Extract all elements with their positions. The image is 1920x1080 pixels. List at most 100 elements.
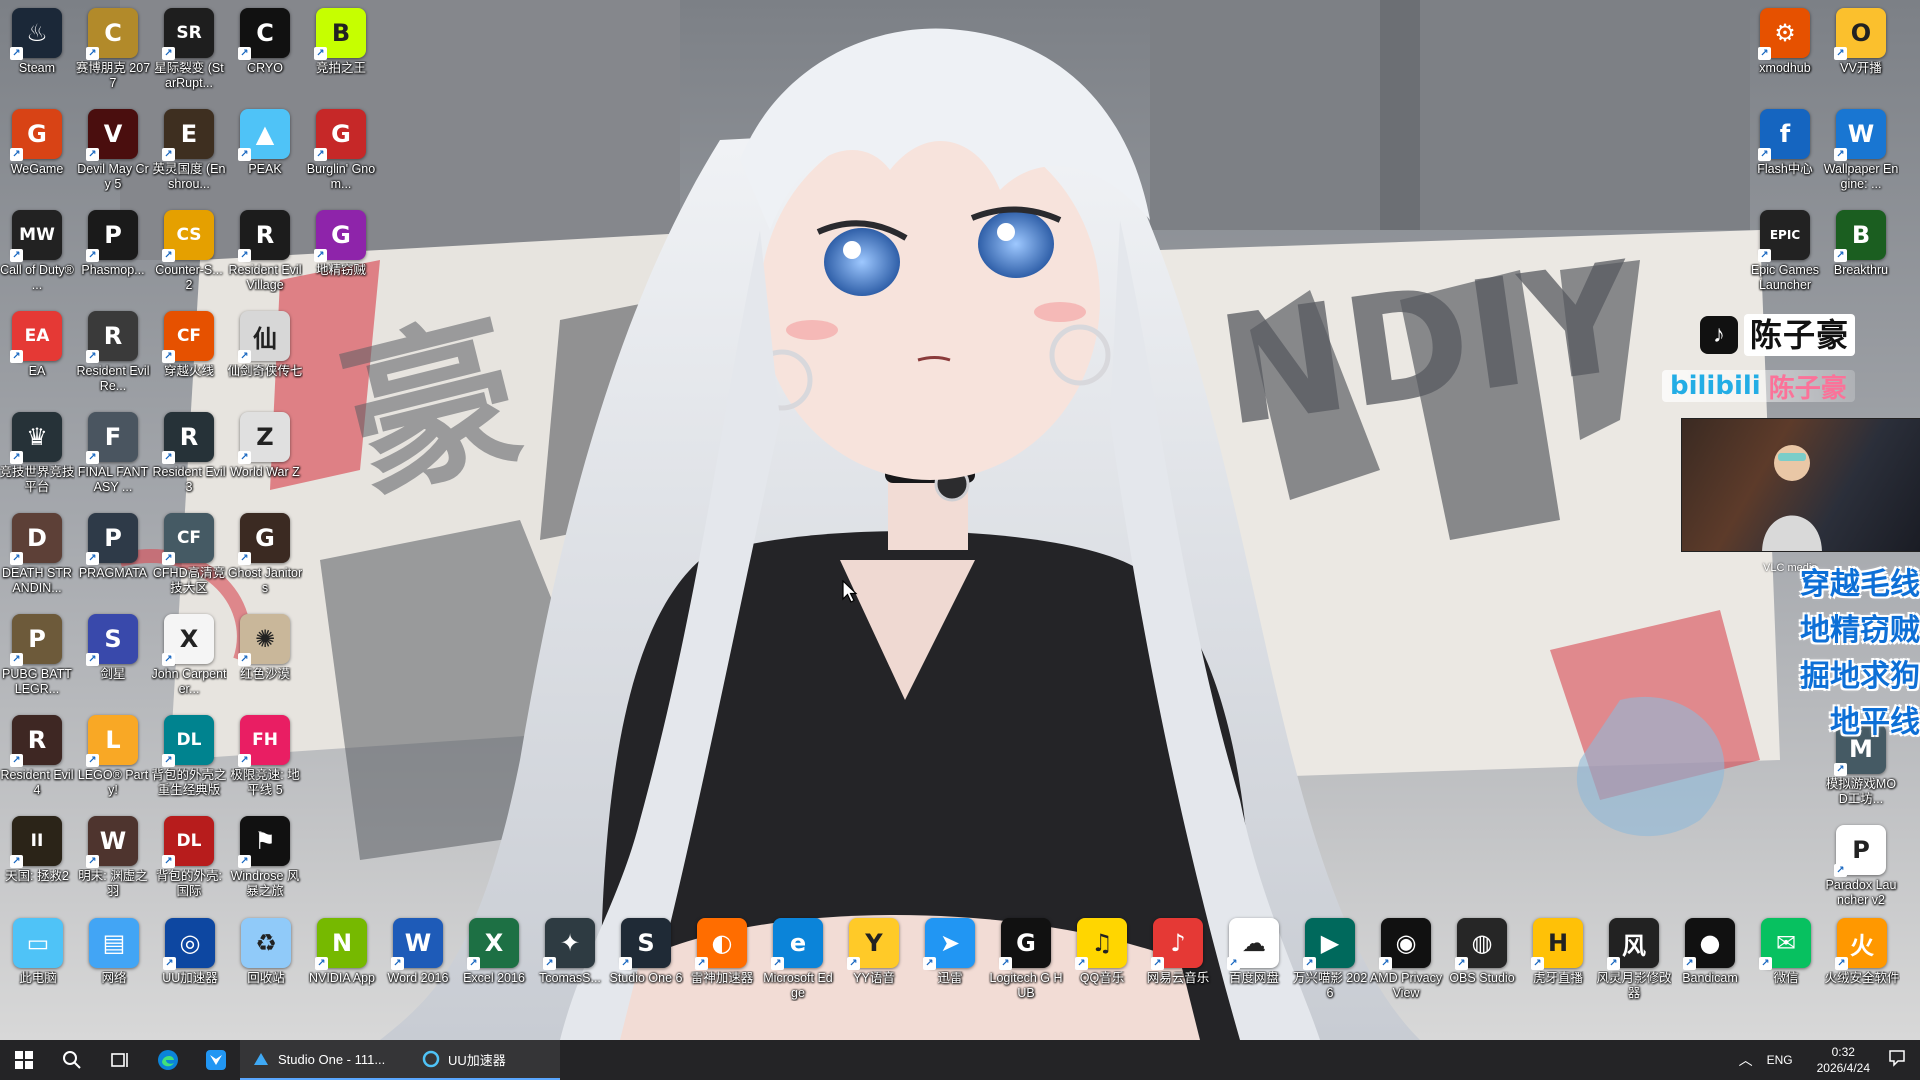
notification-center-icon[interactable] bbox=[1888, 1049, 1920, 1072]
taskbar-edge-button[interactable] bbox=[144, 1040, 192, 1080]
app-icon: Y bbox=[847, 918, 899, 970]
desktop-icon[interactable]: DL背包的外壳之 重生经典版 bbox=[151, 711, 227, 812]
uu-accelerator-icon bbox=[422, 1050, 440, 1068]
desktop-icon-label: TcomasS... bbox=[539, 971, 601, 985]
app-icon: R bbox=[238, 210, 290, 262]
desktop-icon[interactable]: ➤迅雷 bbox=[912, 914, 988, 1015]
desktop-icon[interactable]: CCRYO bbox=[228, 4, 302, 105]
desktop-icon[interactable]: FH极限竞速: 地平线 5 bbox=[228, 711, 302, 812]
desktop-icon[interactable]: VDevil May Cry 5 bbox=[76, 105, 150, 206]
desktop-icon[interactable]: ♨Steam bbox=[0, 4, 74, 105]
desktop-icon[interactable]: BBreakthru bbox=[1824, 206, 1898, 307]
taskbar-clock[interactable]: 0:32 2026/4/24 bbox=[1807, 1044, 1880, 1076]
taskbar-app-button[interactable]: UU加速器 bbox=[410, 1040, 560, 1080]
desktop-icon[interactable]: ✺红色沙漠 bbox=[228, 610, 302, 711]
desktop-icon[interactable]: ♛竞技世界竞技平台 bbox=[0, 408, 75, 509]
desktop-icon[interactable]: GGhost Janitors bbox=[228, 509, 302, 610]
desktop-icon[interactable]: ▭ 此电脑 bbox=[0, 914, 76, 1015]
game-list-item: 穿越毛线 bbox=[1800, 567, 1920, 602]
start-button[interactable] bbox=[0, 1040, 48, 1080]
desktop-icon-label: 模拟游戏MOD工坊... bbox=[1825, 777, 1897, 806]
desktop-icon[interactable]: FFINAL FANTASY ... bbox=[76, 408, 150, 509]
desktop-icon[interactable]: XJohn Carpenter... bbox=[151, 610, 227, 711]
desktop-icon[interactable]: DDEATH STRANDIN... bbox=[0, 509, 74, 610]
desktop-icon[interactable]: ●Bandicam bbox=[1672, 914, 1748, 1015]
desktop-icon[interactable]: II天国: 拯救2 bbox=[0, 812, 74, 913]
app-icon: G bbox=[314, 210, 366, 262]
desktop-icon[interactable]: ▲PEAK bbox=[228, 105, 302, 206]
desktop-icon[interactable]: SStudio One 6 bbox=[608, 914, 684, 1015]
desktop-icon[interactable]: PPRAGMATA bbox=[76, 509, 150, 610]
desktop-icon[interactable]: G地精窃贼 bbox=[304, 206, 378, 307]
desktop-icon[interactable]: ♪网易云音乐 bbox=[1140, 914, 1216, 1015]
desktop-icon[interactable]: S剑星 bbox=[76, 610, 150, 711]
desktop-icon[interactable]: ◎UU加速器 bbox=[152, 914, 228, 1015]
desktop-icon[interactable]: CF穿越火线 bbox=[152, 307, 226, 408]
desktop-icon[interactable]: LLEGO® Party! bbox=[76, 711, 150, 812]
tray-expand-icon[interactable]: ︿ bbox=[1739, 1050, 1753, 1070]
taskbar: Studio One - 111... UU加速器 ︿ ENG 0:32 2026… bbox=[0, 1040, 1920, 1080]
desktop-icon[interactable]: GLogitech G HUB bbox=[988, 914, 1064, 1015]
task-view-button[interactable] bbox=[96, 1040, 144, 1080]
desktop-icon[interactable]: ⚑Windrose 风暴之旅 bbox=[228, 812, 302, 913]
desktop-icon-label: John Carpenter... bbox=[151, 667, 227, 696]
desktop-icon[interactable]: ◍OBS Studio bbox=[1444, 914, 1520, 1015]
desktop-icon[interactable]: RResident Evil Re... bbox=[76, 307, 150, 408]
taskbar-app-button[interactable]: Studio One - 111... bbox=[240, 1040, 410, 1080]
desktop-icon[interactable]: C赛博朋克 2077 bbox=[76, 4, 150, 105]
desktop-icon[interactable]: W明末: 渊虚之羽 bbox=[76, 812, 150, 913]
desktop-icon[interactable]: ✉微信 bbox=[1748, 914, 1824, 1015]
desktop-icon[interactable]: GBurglin' Gnom... bbox=[304, 105, 378, 206]
desktop-icon[interactable]: WWallpaper Engine: ... bbox=[1824, 105, 1898, 206]
input-language[interactable]: ENG bbox=[1761, 1053, 1799, 1067]
desktop-icon[interactable]: ◐雷神加速器 bbox=[684, 914, 760, 1015]
desktop-icon[interactable]: CFCFHD高清竞技大区 bbox=[152, 509, 226, 610]
desktop-icon[interactable]: PParadox Launcher v2 bbox=[1824, 821, 1898, 922]
desktop-icon[interactable]: MWCall of Duty® ... bbox=[0, 206, 74, 307]
desktop-icon[interactable]: fFlash中心 bbox=[1748, 105, 1822, 206]
desktop-icon[interactable]: ✦TcomasS... bbox=[532, 914, 608, 1015]
desktop-icon[interactable]: ◉AMD Privacy View bbox=[1368, 914, 1444, 1015]
edge-icon bbox=[158, 1050, 178, 1070]
desktop-icon[interactable]: XExcel 2016 bbox=[456, 914, 532, 1015]
desktop-icon[interactable]: eMicrosoft Edge bbox=[760, 914, 836, 1015]
search-button[interactable] bbox=[48, 1040, 96, 1080]
desktop-icon[interactable]: CSCounter-S... 2 bbox=[152, 206, 226, 307]
desktop-icon[interactable]: RResident Evil 4 bbox=[0, 711, 74, 812]
taskbar-app-label: Studio One - 111... bbox=[278, 1051, 386, 1067]
desktop-icon[interactable]: YYY语音 bbox=[836, 914, 912, 1015]
desktop-icon[interactable]: RResident Evil 3 bbox=[152, 408, 226, 509]
desktop-icon-label: UU加速器 bbox=[162, 971, 218, 985]
desktop-icon-column-1: ♨SteamGWeGameMWCall of Duty® ...EAEA♛竞技世… bbox=[0, 4, 75, 913]
desktop-icon[interactable]: 仙仙剑奇侠传七 bbox=[227, 307, 303, 408]
desktop-icon[interactable]: B竞拍之王 bbox=[304, 4, 378, 105]
app-icon: E bbox=[162, 109, 214, 161]
desktop-icon[interactable]: 风风灵月影修改器 bbox=[1596, 914, 1672, 1015]
desktop-icon[interactable]: PPUBG BATTLEGR... bbox=[0, 610, 74, 711]
app-icon: C bbox=[238, 8, 290, 60]
taskbar-xunlei-button[interactable] bbox=[192, 1040, 240, 1080]
desktop-icon[interactable]: NNVIDIA App bbox=[304, 914, 380, 1015]
desktop-icon[interactable]: ⚙xmodhub bbox=[1748, 4, 1822, 105]
desktop-icon[interactable]: EPICEpic Games Launcher bbox=[1748, 206, 1822, 307]
desktop-icon[interactable]: WWord 2016 bbox=[380, 914, 456, 1015]
app-icon: CS bbox=[162, 210, 214, 262]
desktop-icon[interactable]: EAEA bbox=[0, 307, 74, 408]
desktop-icon[interactable]: RResident Evil Village bbox=[228, 206, 302, 307]
desktop-icon[interactable]: OVV开播 bbox=[1824, 4, 1898, 105]
desktop-icon[interactable]: E英灵国度 (Enshrou... bbox=[152, 105, 226, 206]
desktop-icon[interactable]: ZWorld War Z bbox=[228, 408, 302, 509]
desktop-icon[interactable]: ♫QQ音乐 bbox=[1064, 914, 1140, 1015]
desktop-icon[interactable]: PPhasmop... bbox=[76, 206, 150, 307]
desktop-icon[interactable]: 火火绒安全软件 bbox=[1824, 914, 1900, 1015]
desktop-icon[interactable]: H虎牙直播 bbox=[1520, 914, 1596, 1015]
desktop-icon[interactable]: DL背包的外壳: 国际 bbox=[152, 812, 226, 913]
bilibili-logo: bilibili bbox=[1670, 371, 1761, 401]
desktop-icon[interactable]: ▶万兴喵影 2026 bbox=[1292, 914, 1368, 1015]
desktop-icon[interactable]: GWeGame bbox=[0, 105, 74, 206]
desktop-icon[interactable]: ▤ 网络 bbox=[76, 914, 152, 1015]
app-icon: R bbox=[10, 715, 62, 767]
desktop-icon[interactable]: ♻ 回收站 bbox=[228, 914, 304, 1015]
desktop-icon[interactable]: ☁百度网盘 bbox=[1216, 914, 1292, 1015]
desktop-icon[interactable]: SR星际裂变 (StarRupt... bbox=[152, 4, 226, 105]
